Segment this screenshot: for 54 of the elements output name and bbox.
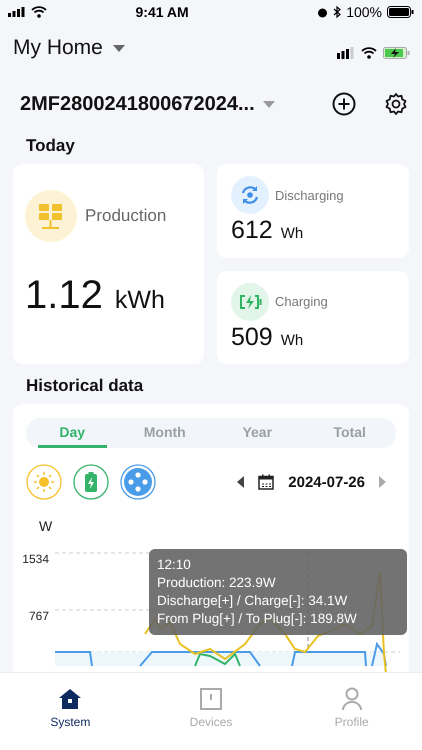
- next-day-button[interactable]: [379, 476, 386, 488]
- sun-filter-icon[interactable]: [26, 464, 62, 500]
- bluetooth-icon: [333, 6, 342, 18]
- battery-charging-icon: [383, 47, 410, 59]
- signal-icon: [8, 7, 26, 17]
- production-unit: kWh: [114, 286, 165, 315]
- production-label: Production: [85, 206, 166, 226]
- tooltip-line: Production: 223.9W: [157, 574, 277, 592]
- section-title: Today: [25, 135, 76, 157]
- tooltip-line: Discharge[+] / Charge[-]: 34.1W: [157, 592, 348, 610]
- cycle-icon: [231, 176, 269, 214]
- add-button[interactable]: [332, 92, 356, 116]
- axis-unit: W: [39, 518, 52, 534]
- tooltip-line: From Plug[+] / To Plug[-]: 189.8W: [157, 610, 358, 628]
- device-icon: [199, 687, 223, 711]
- plug-filter-icon[interactable]: [120, 464, 156, 500]
- axis-label: 767: [28, 609, 49, 623]
- date-label: 2024-07-26: [288, 474, 365, 490]
- caret-icon: [262, 100, 275, 108]
- house-icon: [58, 687, 82, 711]
- stat-label: Discharging: [275, 188, 344, 202]
- battery-icon: [387, 6, 414, 18]
- period-tab[interactable]: Day: [38, 418, 106, 448]
- axis-label: 1534: [22, 552, 49, 566]
- signal-icon: [337, 47, 355, 59]
- battery-percent: 100%: [346, 4, 382, 20]
- settings-button[interactable]: [384, 92, 408, 116]
- period-tab[interactable]: Year: [223, 418, 292, 448]
- tooltip-line: 12:10: [157, 556, 192, 574]
- bottom-tab[interactable]: Devices: [140, 687, 282, 729]
- battery-charging-icon: [231, 282, 269, 320]
- stat-unit: Wh: [280, 225, 304, 242]
- stat-value: 509: [231, 322, 273, 352]
- period-tab[interactable]: Month: [130, 418, 199, 448]
- alarm-icon: [317, 6, 328, 18]
- calendar-icon: [258, 474, 274, 490]
- solar-panel-icon: [25, 190, 77, 242]
- stat-unit: Wh: [280, 332, 304, 348]
- bottom-tab[interactable]: System: [0, 687, 141, 729]
- caret-icon: [112, 44, 125, 52]
- previous-day-button[interactable]: [237, 476, 244, 488]
- person-icon: [340, 687, 364, 711]
- battery-filter-icon[interactable]: [73, 464, 109, 500]
- bottom-tab[interactable]: Profile: [281, 687, 422, 729]
- period-tab[interactable]: Total: [316, 418, 384, 448]
- home-selector[interactable]: My Home: [13, 36, 125, 60]
- production-value: 1.12: [25, 273, 103, 318]
- status-time: 9:41 AM: [134, 4, 190, 20]
- wifi-icon: [361, 47, 377, 59]
- wifi-icon: [31, 6, 47, 18]
- device-selector[interactable]: 2MF2800241800672024...: [20, 92, 304, 116]
- stat-label: Charging: [275, 294, 328, 309]
- section-title: Historical data: [25, 375, 144, 397]
- stat-value: 612: [231, 216, 273, 245]
